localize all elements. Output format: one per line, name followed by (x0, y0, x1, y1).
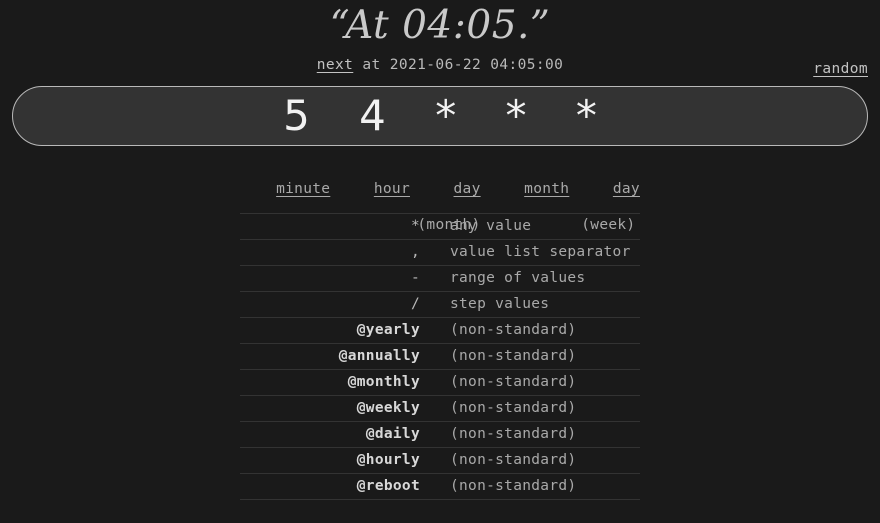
legend-symbol: - (240, 265, 450, 292)
legend-body: * any value, value list separator - range of… (240, 213, 640, 500)
table-row: @hourly (non-standard) (240, 447, 640, 474)
legend-description: (non-standard) (450, 473, 640, 500)
table-row: @reboot (non-standard) (240, 473, 640, 500)
next-link[interactable]: next (317, 57, 354, 73)
table-row: * any value (240, 213, 640, 240)
table-row: - range of values (240, 265, 640, 292)
table-row: @daily (non-standard) (240, 421, 640, 448)
next-occurrence-line: next at 2021-06-22 04:05:00 (0, 55, 880, 75)
legend-description: (non-standard) (450, 447, 640, 474)
legend-symbol: @reboot (240, 473, 450, 500)
cron-field-minute-link[interactable]: minute (276, 181, 330, 197)
cron-field-day-month-link[interactable]: day (454, 181, 481, 197)
legend-description: (non-standard) (450, 395, 640, 422)
legend-description: any value (450, 213, 640, 240)
legend-symbol: , (240, 239, 450, 266)
cron-syntax-legend: * any value, value list separator - range of… (240, 213, 640, 500)
legend-description: step values (450, 291, 640, 318)
table-row: @weekly (non-standard) (240, 395, 640, 422)
table-row: @monthly (non-standard) (240, 369, 640, 396)
table-row: @yearly (non-standard) (240, 317, 640, 344)
cron-field-day-week-link[interactable]: day (613, 181, 640, 197)
table-row: @annually (non-standard) (240, 343, 640, 370)
legend-symbol: @weekly (240, 395, 450, 422)
table-row: , value list separator (240, 239, 640, 266)
cron-field-hour-link[interactable]: hour (374, 181, 410, 197)
legend-symbol: @yearly (240, 317, 450, 344)
legend-symbol: @annually (240, 343, 450, 370)
legend-symbol: / (240, 291, 450, 318)
legend-description: value list separator (450, 239, 640, 266)
legend-description: (non-standard) (450, 421, 640, 448)
legend-symbol: @hourly (240, 447, 450, 474)
cron-expression-input[interactable]: 5 4 * * * (12, 86, 868, 146)
legend-description: (non-standard) (450, 317, 640, 344)
legend-description: (non-standard) (450, 343, 640, 370)
cron-description-headline: “At 04:05.” (329, 3, 551, 48)
legend-symbol: @daily (240, 421, 450, 448)
random-link[interactable]: random (813, 59, 868, 79)
legend-symbol: @monthly (240, 369, 450, 396)
legend-symbol: * (240, 213, 450, 240)
next-occurrence-timestamp: at 2021-06-22 04:05:00 (353, 57, 564, 73)
legend-description: (non-standard) (450, 369, 640, 396)
table-row: / step values (240, 291, 640, 318)
cron-expression-value[interactable]: 5 4 * * * (265, 94, 615, 138)
legend-description: range of values (450, 265, 640, 292)
cron-field-month-link[interactable]: month (524, 181, 569, 197)
